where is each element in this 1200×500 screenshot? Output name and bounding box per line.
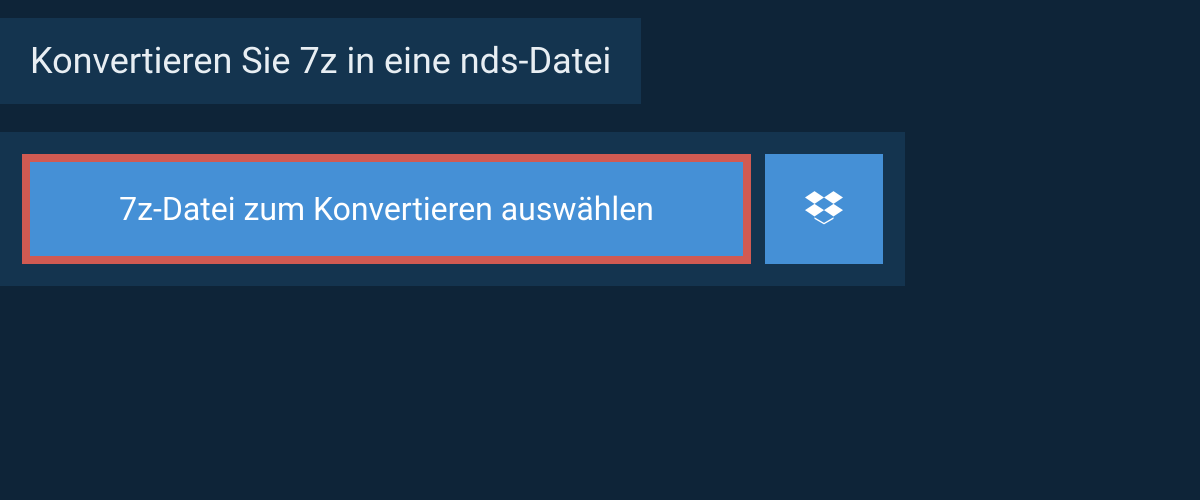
page-title-bar: Konvertieren Sie 7z in eine nds-Datei xyxy=(0,18,641,104)
select-file-button[interactable]: 7z-Datei zum Konvertieren auswählen xyxy=(30,162,743,256)
page-title: Konvertieren Sie 7z in eine nds-Datei xyxy=(30,40,611,82)
file-select-panel: 7z-Datei zum Konvertieren auswählen xyxy=(0,132,905,286)
dropbox-button[interactable] xyxy=(765,154,883,264)
select-file-highlight: 7z-Datei zum Konvertieren auswählen xyxy=(22,154,751,264)
dropbox-icon xyxy=(805,188,843,230)
select-file-label: 7z-Datei zum Konvertieren auswählen xyxy=(119,190,654,228)
